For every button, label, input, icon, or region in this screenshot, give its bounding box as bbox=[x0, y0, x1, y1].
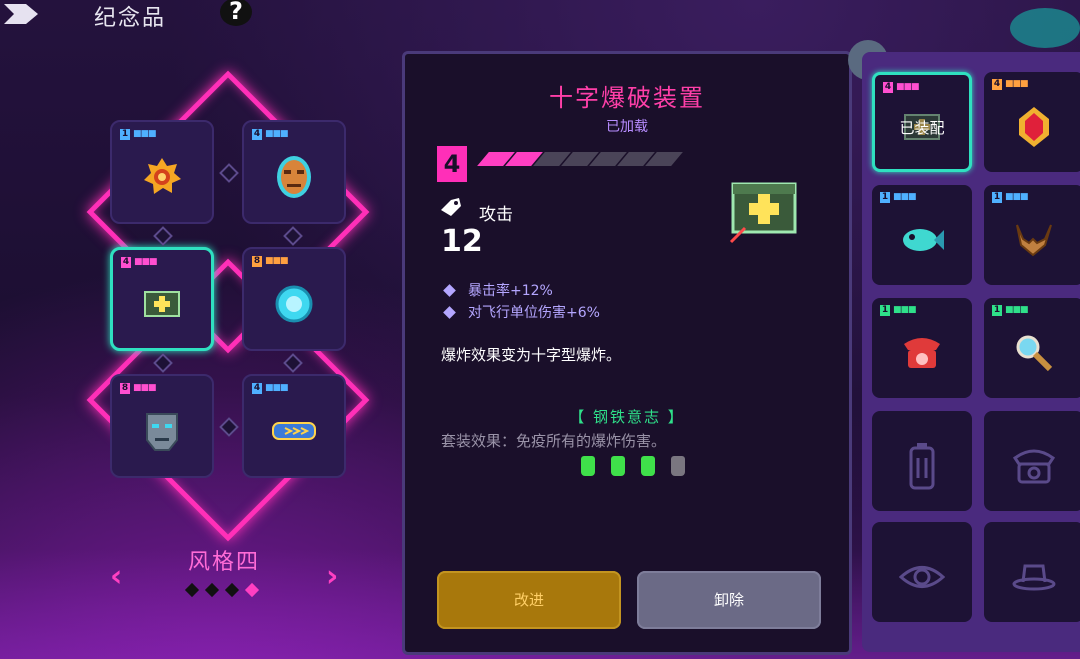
locked-battery-icon bbox=[909, 443, 935, 490]
inventory-slot-locked[interactable] bbox=[872, 522, 972, 622]
tier-badge: 8 ■■■ bbox=[252, 255, 288, 267]
souvenir-slot-6[interactable]: 4 ■■■ bbox=[242, 374, 346, 478]
tier-badge: 1 ■■■ bbox=[120, 128, 156, 140]
cross-blast-device-large-icon bbox=[729, 182, 797, 244]
equipped-label: 已装配 bbox=[899, 119, 945, 137]
tier-badge: 4 ■■■ bbox=[883, 81, 919, 93]
magnifier-icon bbox=[1016, 335, 1053, 372]
souvenir-slot-3[interactable]: 4 ■■■ bbox=[110, 247, 214, 351]
item-title: 十字爆破装置 bbox=[549, 84, 705, 112]
inventory-slot-locked[interactable] bbox=[872, 411, 972, 511]
upgrade-pips bbox=[477, 152, 683, 166]
tier-badge: 8 ■■■ bbox=[120, 382, 156, 394]
tier-badge: 1 ■■■ bbox=[992, 304, 1028, 316]
page-dot-active[interactable] bbox=[244, 582, 260, 598]
set-piece-icon-active bbox=[611, 456, 625, 476]
attack-value: 12 bbox=[441, 224, 483, 259]
inventory-slot[interactable]: 1 ■■■ bbox=[872, 298, 972, 398]
diamond-bullet-icon bbox=[443, 283, 456, 297]
souvenir-slot-5[interactable]: 8 ■■■ bbox=[110, 374, 214, 478]
style-page-dots bbox=[184, 582, 260, 598]
tier-badge: 1 ■■■ bbox=[880, 304, 916, 316]
back-arrow-icon[interactable] bbox=[0, 0, 46, 24]
set-piece-icon-inactive bbox=[671, 456, 685, 476]
set-piece-icon-active bbox=[581, 456, 595, 476]
stat-line-crit: 暴击率+12% bbox=[443, 280, 553, 300]
set-name: 【 钢铁意志 】 bbox=[569, 408, 685, 426]
robot-mask-icon bbox=[146, 413, 178, 451]
tier-badge: 4 ■■■ bbox=[121, 256, 157, 268]
background-orb bbox=[1010, 8, 1080, 48]
inventory-slot[interactable]: 1 ■■■ bbox=[984, 298, 1080, 398]
page-dot[interactable] bbox=[184, 582, 200, 598]
set-progress-icons bbox=[581, 456, 685, 476]
inventory-slot[interactable]: 4 ■■■ bbox=[984, 72, 1080, 172]
tier-badge: 1 ■■■ bbox=[992, 191, 1028, 203]
style-label: 风格四 bbox=[188, 550, 261, 575]
sun-medallion-icon bbox=[144, 158, 181, 194]
unequip-button[interactable]: 卸除 bbox=[637, 571, 821, 629]
tribal-mask-icon bbox=[277, 156, 311, 198]
souvenir-slot-2[interactable]: 4 ■■■ bbox=[242, 120, 346, 224]
tier-badge: 4 ■■■ bbox=[252, 382, 288, 394]
ruby-amulet-icon bbox=[1019, 107, 1049, 147]
locked-eye-icon bbox=[899, 566, 945, 588]
inventory-slot-locked[interactable] bbox=[984, 411, 1080, 511]
item-status: 已加载 bbox=[606, 119, 648, 135]
locked-hat-icon bbox=[1012, 564, 1056, 591]
souvenir-slot-4[interactable]: 8 ■■■ bbox=[242, 247, 346, 351]
set-effect: 套装效果：免疫所有的爆炸伤害。 bbox=[441, 432, 667, 450]
antlers-icon bbox=[1016, 224, 1052, 257]
cassette-icon bbox=[272, 422, 316, 440]
item-detail-panel: 十字爆破装置 已加载 4 攻击 12 暴击率+12% 对飞行单位伤害+6% 爆炸… bbox=[402, 51, 852, 655]
souvenir-slot-1[interactable]: 1 ■■■ bbox=[110, 120, 214, 224]
cyan-gear-icon bbox=[275, 285, 313, 323]
inventory-slot[interactable]: 1 ■■■ bbox=[872, 185, 972, 285]
upgrade-button[interactable]: 改进 bbox=[437, 571, 621, 629]
item-description: 爆炸效果变为十字型爆炸。 bbox=[441, 346, 622, 364]
inventory-slot-locked[interactable] bbox=[984, 522, 1080, 622]
inventory-slot[interactable]: 1 ■■■ bbox=[984, 185, 1080, 285]
bullet-icon bbox=[441, 198, 461, 216]
style-prev-arrow[interactable]: ‹ bbox=[110, 562, 122, 592]
page-dot[interactable] bbox=[224, 582, 240, 598]
item-level: 4 bbox=[437, 146, 467, 182]
diamond-bullet-icon bbox=[443, 305, 456, 319]
style-next-arrow[interactable]: › bbox=[326, 562, 338, 592]
set-piece-icon-active bbox=[641, 456, 655, 476]
tier-badge: 4 ■■■ bbox=[992, 78, 1028, 90]
tier-badge: 1 ■■■ bbox=[880, 191, 916, 203]
inventory-panel: 4 ■■■ 已装配 4 ■■■ 1 ■■■ 1 ■■■ 1 ■■■ 1 ■■■ bbox=[862, 52, 1080, 652]
blue-fish-icon bbox=[903, 229, 944, 251]
stat-line-flying: 对飞行单位伤害+6% bbox=[443, 302, 600, 322]
tier-badge: 4 ■■■ bbox=[252, 128, 288, 140]
page-dot[interactable] bbox=[204, 582, 220, 598]
attack-label: 攻击 bbox=[479, 205, 513, 225]
locked-telephone-icon bbox=[1012, 449, 1056, 484]
cross-blast-device-icon bbox=[144, 290, 180, 317]
red-telephone-icon bbox=[904, 338, 940, 368]
page-title: 纪念品 bbox=[94, 6, 167, 31]
inventory-slot-equipped[interactable]: 4 ■■■ 已装配 bbox=[872, 72, 972, 172]
